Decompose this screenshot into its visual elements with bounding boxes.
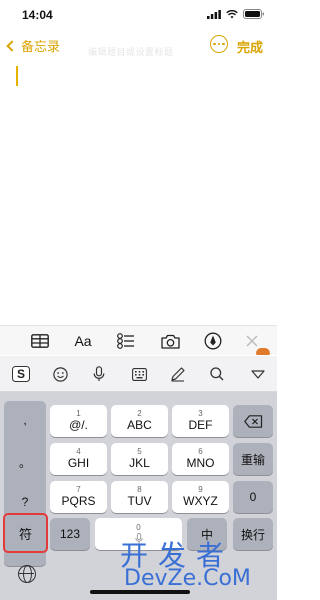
table-icon[interactable] (30, 332, 50, 350)
delete-key[interactable] (233, 405, 273, 437)
key-number: 9 (198, 485, 203, 494)
zero-key[interactable]: 0 (233, 481, 273, 513)
home-indicator[interactable] (90, 590, 190, 594)
back-label: 备忘录 (21, 39, 61, 54)
keyboard-mascot-icon (256, 348, 270, 355)
key-2[interactable]: 2 ABC (111, 405, 168, 437)
key-7[interactable]: 7 PQRS (50, 481, 107, 513)
key-letters: ABC (127, 418, 152, 432)
markup-pen-icon[interactable] (203, 332, 223, 350)
key-9[interactable]: 9 WXYZ (172, 481, 229, 513)
key-number: 6 (198, 447, 203, 456)
status-bar: 14:04 (0, 0, 277, 30)
back-button[interactable]: 备忘录 (6, 36, 61, 55)
handwriting-pen-icon[interactable] (170, 366, 186, 382)
punct-question[interactable]: ? (4, 495, 46, 509)
space-key[interactable]: 0 (95, 518, 182, 550)
faint-title-text: 编辑题目或设置标题 (88, 47, 174, 57)
more-dot (217, 42, 221, 46)
key-number: 1 (76, 409, 81, 418)
search-icon[interactable] (209, 366, 225, 382)
key-letters: @/. (69, 418, 88, 432)
key-4[interactable]: 4 GHI (50, 443, 107, 475)
punct-period[interactable]: 。 (4, 454, 46, 471)
text-style-button[interactable]: Aa (72, 332, 94, 350)
key-letters: WXYZ (183, 494, 218, 508)
collapse-keyboard-icon[interactable] (250, 366, 266, 382)
retype-key[interactable]: 重输 (233, 443, 273, 475)
key-6[interactable]: 6 MNO (172, 443, 229, 475)
space-number: 0 (136, 523, 141, 532)
status-icons (207, 9, 265, 19)
format-toolbar: Aa (0, 325, 277, 355)
key-3[interactable]: 3 DEF (172, 405, 229, 437)
more-options-button[interactable] (210, 35, 228, 53)
checklist-icon[interactable] (116, 332, 136, 350)
key-letters: TUV (127, 494, 152, 508)
emoji-icon[interactable] (52, 366, 68, 382)
key-letters: DEF (188, 418, 213, 432)
svg-text:S: S (17, 367, 25, 381)
key-number: 8 (137, 485, 142, 494)
key-8[interactable]: 8 TUV (111, 481, 168, 513)
key-letters: GHI (67, 456, 90, 470)
status-time: 14:04 (22, 8, 53, 22)
key-number: 7 (76, 485, 81, 494)
sogou-logo-icon[interactable]: S (12, 366, 30, 382)
chinese-english-toggle-key[interactable]: 中 (187, 518, 227, 550)
nav-bar: 备忘录 编辑题目或设置标题 完成 (0, 32, 277, 58)
note-body[interactable] (0, 60, 277, 324)
more-dot (222, 42, 225, 46)
microphone-icon[interactable] (92, 366, 106, 382)
keyboard-toolbar: S (0, 356, 277, 392)
key-letters: JKL (129, 456, 150, 470)
symbol-key[interactable]: 符 (3, 513, 48, 553)
key-number: 5 (137, 447, 142, 456)
chevron-left-icon (6, 39, 18, 52)
camera-icon[interactable] (160, 332, 180, 350)
key-number: 4 (76, 447, 81, 456)
done-button[interactable]: 完成 (237, 37, 263, 56)
punct-comma[interactable]: , (4, 413, 46, 427)
wifi-icon (226, 9, 238, 18)
signal-icon (207, 9, 221, 19)
key-number: 2 (137, 409, 142, 418)
battery-icon (243, 9, 264, 19)
more-dot (213, 42, 216, 46)
key-letters: PQRS (61, 494, 96, 508)
key-number: 3 (198, 409, 203, 418)
key-5[interactable]: 5 JKL (111, 443, 168, 475)
microphone-icon (134, 533, 143, 544)
keyboard-layout-icon[interactable] (131, 366, 147, 382)
delete-icon (243, 414, 262, 428)
key-letters: MNO (186, 456, 215, 470)
numbers-key[interactable]: 123 (50, 518, 90, 550)
globe-icon[interactable] (18, 565, 36, 583)
close-icon[interactable] (244, 332, 260, 350)
key-1[interactable]: 1 @/. (50, 405, 107, 437)
newline-key[interactable]: 换行 (233, 518, 273, 550)
